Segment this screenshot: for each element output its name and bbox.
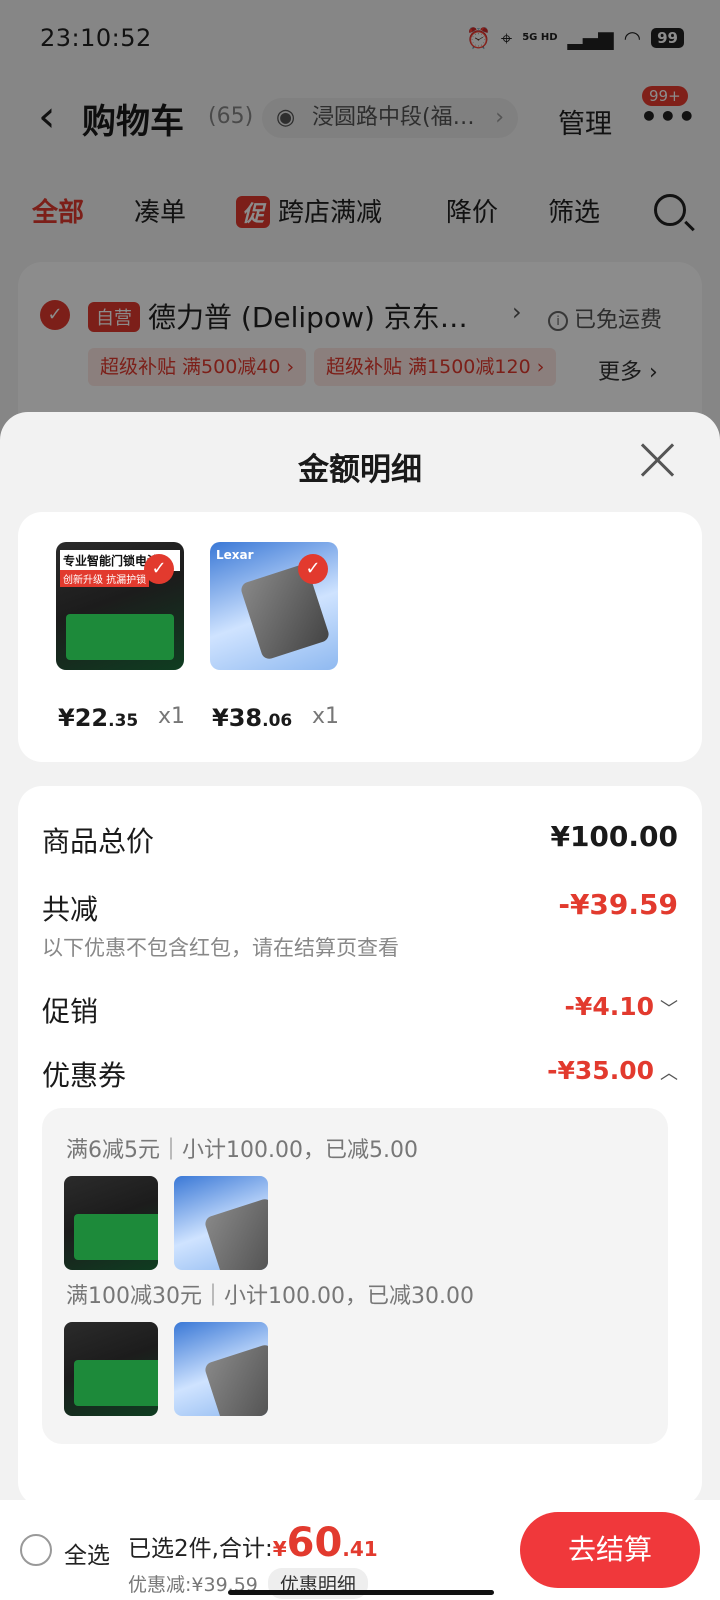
coupon-product-image-battery xyxy=(64,1176,158,1270)
select-all-label[interactable]: 全选 xyxy=(64,1536,110,1570)
price-breakdown-card: 商品总价 ¥100.00 共减 -¥39.59 以下优惠不包含红包，请在结算页查… xyxy=(18,786,702,1506)
reduce-value: -¥39.59 xyxy=(558,888,678,921)
product-device-shape xyxy=(203,1343,268,1416)
total-label: 商品总价 xyxy=(42,825,155,858)
coupon-product-image-battery xyxy=(64,1322,158,1416)
chevron-up-icon: ︿ xyxy=(660,1063,678,1084)
product-price: ¥22.35 xyxy=(58,704,138,732)
total-price: ¥60.41 xyxy=(272,1520,378,1566)
product-image-brand: Lexar xyxy=(216,548,254,562)
selected-text: 已选2件,合计: xyxy=(128,1536,273,1562)
home-indicator[interactable] xyxy=(228,1590,494,1595)
price-integer: ¥38 xyxy=(212,704,263,732)
product-image-battery: 专业智能门锁电池 创新升级 抗漏护锁 ✓ xyxy=(56,542,184,670)
product-price: ¥38.06 xyxy=(212,704,292,732)
product-quantity: x1 xyxy=(312,704,340,729)
coupon-details: 满6减5元｜小计100.00，已减5.00 满100减30元｜小计100.00，… xyxy=(42,1108,668,1444)
promo-value: -¥4.10 xyxy=(564,992,654,1021)
select-all-checkbox[interactable] xyxy=(20,1534,52,1566)
check-icon: ✓ xyxy=(298,554,328,584)
promo-label: 促销 xyxy=(42,995,99,1028)
total-yen: ¥ xyxy=(272,1537,287,1561)
product-box-shape xyxy=(74,1360,158,1406)
total-integer: 60 xyxy=(286,1520,343,1566)
coupon-label: 优惠券 xyxy=(42,1059,127,1092)
close-icon[interactable] xyxy=(640,442,676,478)
coupon-row-toggle[interactable]: -¥35.00 ︿ xyxy=(547,1056,678,1085)
product-quantity: x1 xyxy=(158,704,186,729)
price-decimal: .06 xyxy=(262,711,293,731)
reduce-note: 以下优惠不包含红包，请在结算页查看 xyxy=(42,936,399,960)
product-box-shape xyxy=(74,1214,158,1260)
sheet-title: 金额明细 xyxy=(298,452,422,488)
product-box-shape xyxy=(66,614,174,660)
product-item[interactable]: Lexar ✓ ¥38.06 x1 xyxy=(210,542,340,732)
promo-row-toggle[interactable]: -¥4.10 ﹀ xyxy=(565,992,678,1021)
selection-summary: 已选2件,合计:¥60.41 xyxy=(128,1520,378,1566)
product-image-ssd-enclosure: Lexar ✓ xyxy=(210,542,338,670)
coupon-rule: 满6减5元｜小计100.00，已减5.00 xyxy=(66,1138,418,1163)
price-integer: ¥22 xyxy=(58,704,109,732)
reduce-label: 共减 xyxy=(42,893,99,926)
checkout-button[interactable]: 去结算 xyxy=(520,1512,700,1588)
product-item[interactable]: 专业智能门锁电池 创新升级 抗漏护锁 ✓ ¥22.35 x1 xyxy=(56,542,186,732)
total-decimal: .41 xyxy=(342,1537,378,1561)
product-image-tag: 创新升级 抗漏护锁 xyxy=(60,570,150,587)
chevron-down-icon: ﹀ xyxy=(660,999,678,1020)
coupon-product-image-ssd xyxy=(174,1322,268,1416)
product-device-shape xyxy=(203,1197,268,1270)
selected-products-card: 专业智能门锁电池 创新升级 抗漏护锁 ✓ ¥22.35 x1 Lexar ✓ ¥… xyxy=(18,512,702,762)
amount-detail-sheet: 金额明细 专业智能门锁电池 创新升级 抗漏护锁 ✓ ¥22.35 x1 Lexa… xyxy=(0,412,720,1600)
total-value: ¥100.00 xyxy=(550,820,678,853)
check-icon: ✓ xyxy=(144,554,174,584)
coupon-product-image-ssd xyxy=(174,1176,268,1270)
price-decimal: .35 xyxy=(108,711,139,731)
coupon-rule: 满100减30元｜小计100.00，已减30.00 xyxy=(66,1284,474,1309)
coupon-value: -¥35.00 xyxy=(547,1056,654,1085)
checkout-bar: 全选 已选2件,合计:¥60.41 优惠减:¥39.59 优惠明细 去结算 xyxy=(0,1500,720,1600)
